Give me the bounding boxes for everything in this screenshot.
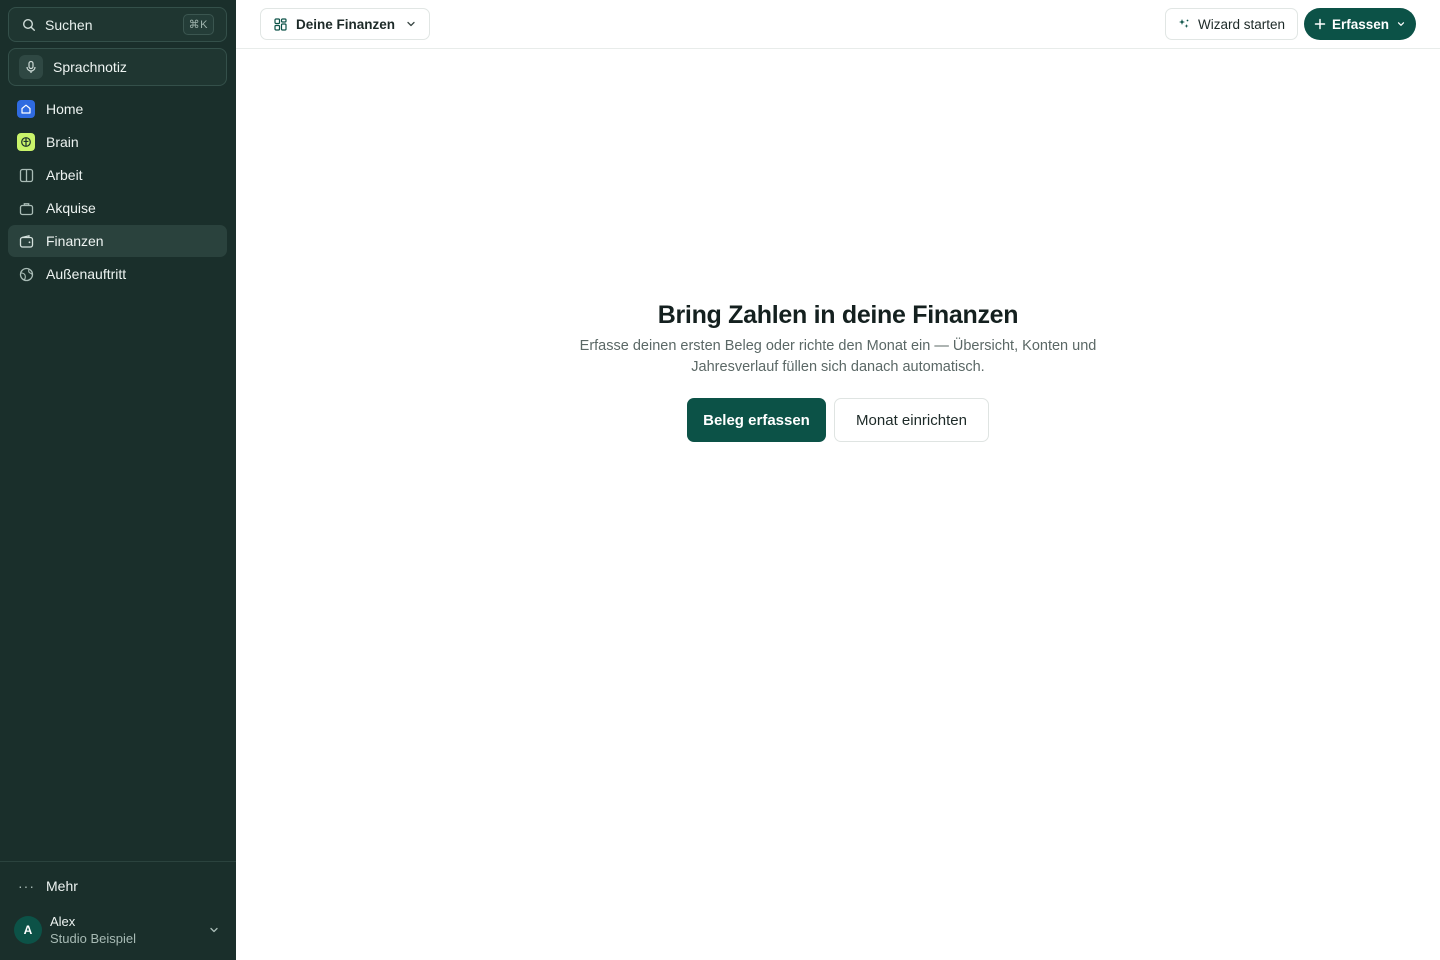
columns-icon — [17, 166, 35, 184]
sidebar-item-label: Home — [46, 101, 84, 117]
sidebar-item-arbeit[interactable]: Arbeit — [8, 159, 227, 191]
search-label: Suchen — [45, 16, 93, 33]
empty-state-description-line: Erfasse deinen ersten Beleg oder richte … — [579, 338, 1097, 354]
grid-icon — [274, 17, 287, 31]
avatar: A — [14, 916, 42, 944]
more-dots-icon: ··· — [18, 878, 35, 894]
plus-icon — [1314, 18, 1326, 30]
briefcase-icon — [17, 199, 35, 217]
account-info: Alex Studio Beispiel — [50, 913, 207, 948]
sidebar: Suchen ⌘K Sprachnotiz Home Brain Arbeit — [0, 0, 236, 960]
sidebar-item-akquise[interactable]: Akquise — [8, 192, 227, 224]
view-select-label: Deine Finanzen — [296, 16, 396, 32]
more-button[interactable]: ··· Mehr — [8, 871, 227, 901]
capture-button[interactable]: Erfassen — [1304, 8, 1416, 40]
account-switcher[interactable]: A Alex Studio Beispiel — [8, 908, 227, 952]
sidebar-item-aussenauftritt[interactable]: Außenauftritt — [8, 258, 227, 290]
voice-note-label: Sprachnotiz — [53, 59, 127, 75]
empty-state-description: Erfasse deinen ersten Beleg oder richte … — [558, 336, 1118, 378]
account-org: Studio Beispiel — [50, 930, 136, 946]
chevron-down-icon — [207, 923, 221, 937]
sidebar-item-label: Arbeit — [46, 167, 83, 183]
sidebar-divider — [0, 861, 236, 862]
sidebar-item-label: Außenauftritt — [46, 266, 127, 282]
search-shortcut: ⌘K — [182, 14, 214, 35]
brain-icon — [17, 133, 35, 151]
home-icon — [17, 100, 35, 118]
view-select[interactable]: Deine Finanzen — [260, 8, 431, 40]
more-label: Mehr — [46, 878, 78, 894]
wizard-start-label: Wizard starten — [1198, 16, 1286, 32]
globe-icon — [17, 265, 35, 283]
sidebar-item-brain[interactable]: Brain — [8, 126, 227, 158]
empty-state-title: Bring Zahlen in deine Finanzen — [657, 301, 1019, 329]
wizard-start-button[interactable]: Wizard starten — [1165, 8, 1299, 40]
topbar: Deine Finanzen Wizard starten Erfassen — [236, 0, 1440, 49]
sparkle-icon — [1178, 18, 1190, 30]
microphone-icon — [19, 55, 43, 79]
sidebar-item-home[interactable]: Home — [8, 93, 227, 125]
setup-month-button[interactable]: Monat einrichten — [834, 398, 989, 442]
chevron-down-icon — [405, 18, 417, 30]
capture-receipt-button[interactable]: Beleg erfassen — [687, 398, 826, 442]
account-name: Alex — [50, 913, 76, 929]
sidebar-item-label: Finanzen — [46, 233, 104, 249]
capture-label: Erfassen — [1331, 16, 1390, 32]
search-icon — [22, 18, 36, 32]
sidebar-item-label: Akquise — [46, 200, 96, 216]
empty-state-actions: Beleg erfassen Monat einrichten — [236, 398, 1440, 442]
empty-state-description-line: Jahresverlauf füllen sich danach automat… — [691, 359, 985, 375]
sidebar-item-finanzen[interactable]: Finanzen — [8, 225, 227, 257]
sidebar-nav: Home Brain Arbeit Akquise Finanzen Außen… — [8, 93, 227, 291]
voice-note-button[interactable]: Sprachnotiz — [8, 48, 227, 86]
search-button[interactable]: Suchen ⌘K — [8, 7, 227, 42]
sidebar-item-label: Brain — [46, 134, 79, 150]
wallet-icon — [17, 232, 35, 250]
finance-empty-state: Bring Zahlen in deine Finanzen Erfasse d… — [236, 296, 1440, 442]
chevron-down-icon — [1396, 19, 1406, 29]
